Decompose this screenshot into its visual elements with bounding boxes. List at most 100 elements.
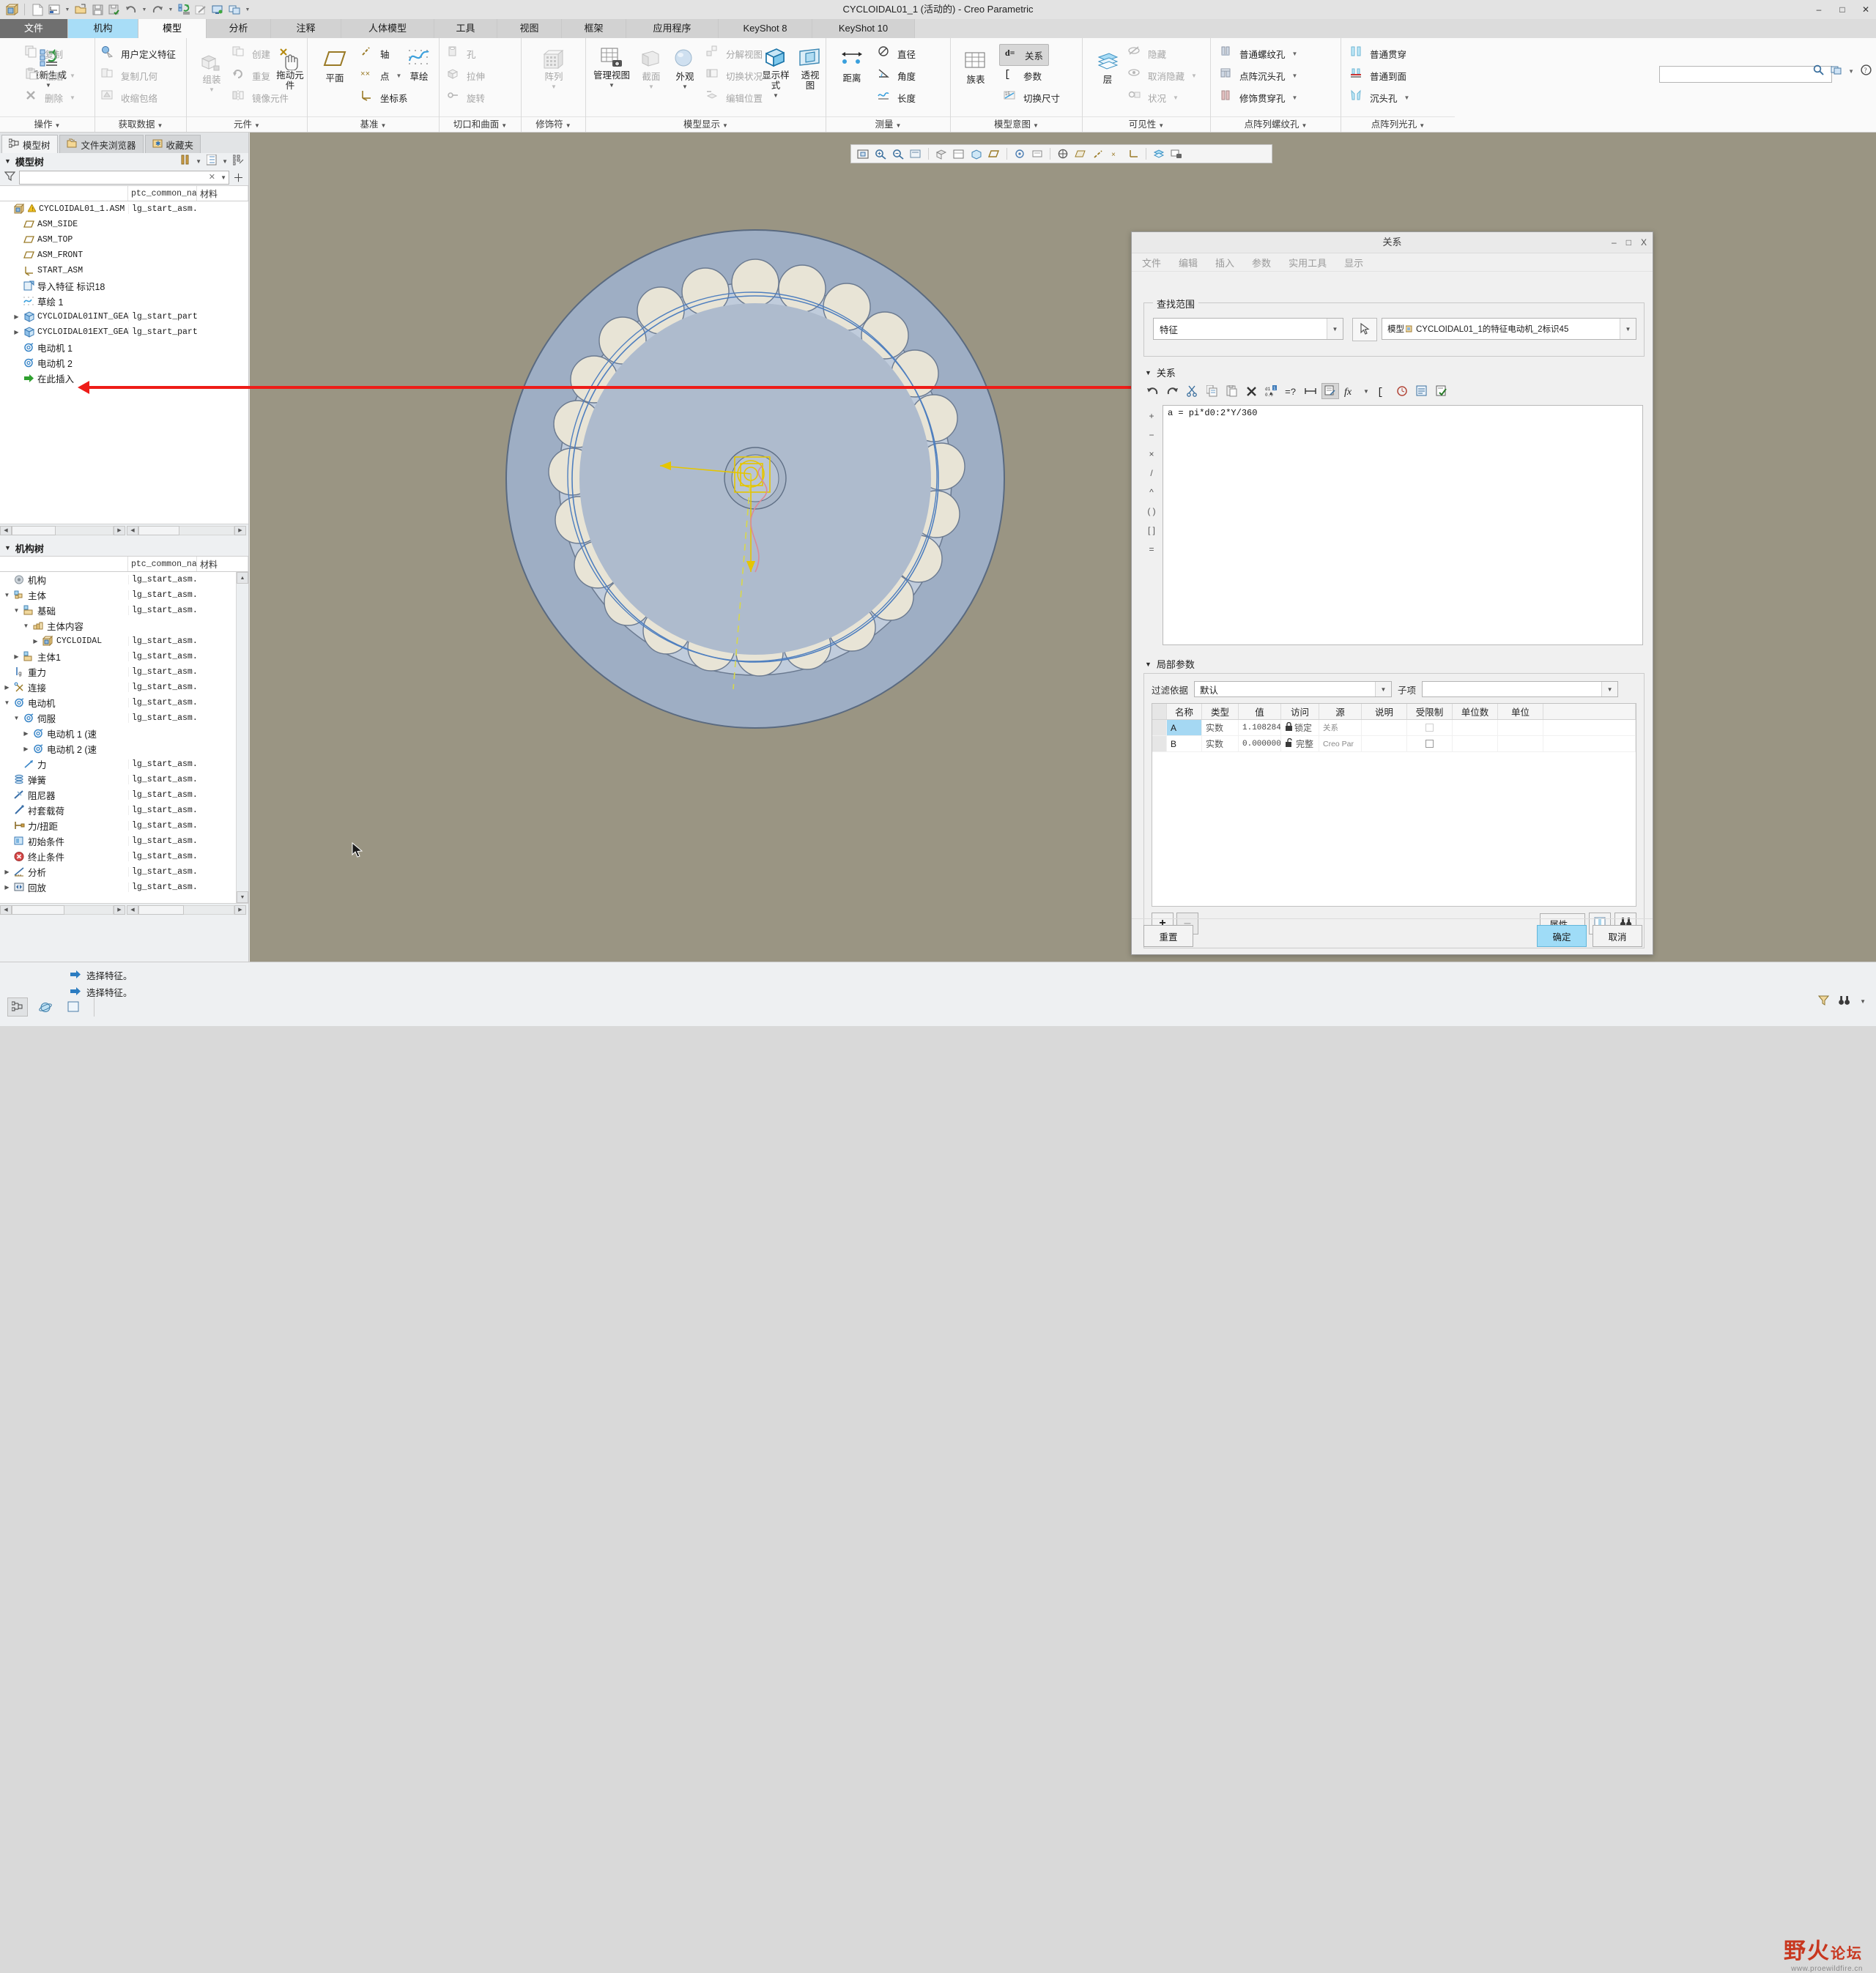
expander-icon[interactable]: ▶ [3, 869, 11, 875]
window-controls[interactable]: – □ ✕ [1813, 0, 1872, 19]
dialog-menu-bar[interactable]: 文件 编辑 插入 参数 实用工具 显示 [1132, 253, 1653, 272]
insert-from-model-icon[interactable] [1321, 383, 1339, 399]
model-tree-body[interactable]: ! CYCLOIDAL01_1.ASMlg_start_asm.asm ASM_SI… [0, 201, 248, 524]
cosmetic-through-hole-button[interactable]: 修饰贯穿孔 ▼ [1220, 89, 1297, 105]
appearance-button[interactable]: 外观 ▼ [670, 48, 700, 92]
param-restricted[interactable] [1407, 736, 1453, 751]
mechanism-tree-vscroll[interactable]: ▲ ▼ [236, 572, 248, 903]
expander-icon[interactable]: ▶ [22, 730, 30, 737]
brackets-icon[interactable]: [ ] [1373, 383, 1391, 399]
lookup-target-select[interactable]: 模型 CYCLOIDAL01_1的特征电动机_2标识45 ▼ [1382, 318, 1636, 340]
undo-icon[interactable] [1143, 383, 1161, 399]
coordinate-system-button[interactable]: 坐标系 [360, 89, 408, 105]
counterbore-hole-button[interactable]: 点阵沉头孔 ▼ [1220, 67, 1297, 83]
chevron-down-icon[interactable]: ▼ [1327, 319, 1343, 339]
dialog-maximize-button[interactable]: □ [1626, 237, 1631, 248]
chevron-down-icon[interactable]: ▼ [1601, 682, 1618, 696]
repaint-icon[interactable] [908, 146, 924, 161]
close-button[interactable]: ✕ [1860, 4, 1872, 15]
sort-icon[interactable]: d1 0.0 1 [1262, 383, 1280, 399]
mech-scroll-right-button-2[interactable]: ▶ [234, 904, 246, 915]
tree-filter-icon[interactable] [232, 155, 244, 168]
tab-tools[interactable]: 工具 [434, 19, 497, 38]
operator-minus[interactable]: − [1143, 426, 1160, 445]
paste-icon[interactable] [1223, 383, 1240, 399]
window-switch-icon[interactable] [1831, 65, 1842, 78]
chevron-down-icon[interactable]: ▼ [209, 85, 215, 95]
relations-toolbar[interactable]: d10.01 =? fx ▼ [ ] [1143, 383, 1450, 399]
switch-dimensions-button[interactable]: 15 切换尺寸 [1004, 89, 1060, 105]
tree-row[interactable]: 弹簧 lg_start_asm.asm [0, 772, 248, 787]
selection-filter-icon[interactable] [1838, 995, 1851, 1008]
angle-button[interactable]: 角度 [878, 67, 916, 83]
mirror-component-button[interactable]: 镜像元件 [232, 89, 289, 105]
subitem-select[interactable]: ▼ [1422, 681, 1619, 697]
param-restricted[interactable] [1407, 720, 1453, 735]
countersink-hole-button[interactable]: 沉头孔 ▼ [1350, 89, 1409, 105]
operator-parentheses[interactable]: ( ) [1143, 502, 1160, 521]
standard-to-face-button[interactable]: 普通到面 [1350, 67, 1406, 83]
tree-row[interactable]: ▶ 回放 lg_start_asm.asm [0, 880, 248, 895]
filter-icon[interactable] [1818, 995, 1830, 1008]
create-button[interactable]: 创建 [232, 45, 270, 62]
scroll-left-button-2[interactable]: ◀ [127, 525, 138, 535]
chevron-down-icon[interactable]: ▼ [1361, 383, 1371, 399]
annotation-display-icon[interactable] [1029, 146, 1045, 161]
select-arrow-button[interactable] [1352, 318, 1377, 341]
cut-icon[interactable] [1183, 383, 1201, 399]
perspective-button[interactable]: 透视图 [797, 47, 823, 91]
check-relations-icon[interactable] [1433, 383, 1450, 399]
local-params-section-header[interactable]: ▼ 局部参数 [1145, 657, 1195, 671]
tree-row[interactable]: g 重力 lg_start_asm.asm [0, 664, 248, 680]
length-button[interactable]: 长度 [878, 89, 916, 105]
mech-scroll-left-button[interactable]: ◀ [0, 904, 12, 915]
table-row[interactable]: A 实数 1.108284 锁定 关系 [1152, 720, 1636, 736]
expander-icon[interactable]: ▶ [22, 746, 30, 752]
parameters-button[interactable]: [ ] 参数 [1004, 67, 1042, 83]
scroll-down-button[interactable]: ▼ [237, 891, 248, 903]
expander-icon[interactable]: ▼ [3, 699, 11, 706]
ribbon-right-icons[interactable]: ▼ ? [1813, 64, 1872, 78]
layer-icon[interactable] [1151, 146, 1167, 161]
delete-x-icon[interactable] [1242, 383, 1260, 399]
relations-operator-palette[interactable]: + − × / ^ ( ) [ ] = [1143, 406, 1160, 559]
point-display-icon[interactable]: × [1108, 146, 1124, 161]
menu-edit[interactable]: 编辑 [1179, 256, 1198, 270]
ribbon-group-operations-title[interactable]: 操作 ▼ [0, 116, 94, 130]
operator-divide[interactable]: / [1143, 464, 1160, 483]
chevron-down-icon[interactable]: ▼ [70, 94, 75, 101]
ribbon-group-datum-title[interactable]: 基准 ▼ [308, 116, 439, 130]
chevron-down-icon[interactable]: ▼ [1404, 94, 1410, 101]
model-tree-filter-input[interactable]: ✕ ▼ [19, 170, 229, 185]
collapse-triangle-icon[interactable]: ▼ [4, 544, 11, 551]
search-icon[interactable] [1813, 64, 1824, 78]
tree-row[interactable]: ▶ 电动机 1 (速 [0, 726, 248, 741]
tree-row[interactable]: ▶ CYCLOIDAL01INT_GEARlg_start_part.pr [0, 309, 248, 324]
left-panel-tabs[interactable]: 模型树 文件夹浏览器 ✱ 收藏夹 [0, 133, 248, 153]
dialog-minimize-button[interactable]: – [1612, 237, 1617, 248]
chevron-down-icon[interactable]: ▼ [70, 73, 75, 79]
add-filter-icon[interactable]: ＋ [233, 170, 244, 185]
ribbon-group-cut-surface-title[interactable]: 切口和曲面 ▼ [440, 116, 521, 130]
tree-row[interactable]: ▼ 主体内容 [0, 618, 248, 633]
tree-row[interactable]: ▼ 基础 lg_start_asm.asm [0, 603, 248, 618]
datum-axis-button[interactable]: 轴 [360, 45, 390, 62]
browser-icon[interactable] [35, 997, 56, 1017]
tree-row[interactable]: 导入特征 标识18 [0, 278, 248, 294]
tools-icon[interactable] [180, 155, 190, 168]
pane-tab-model-tree[interactable]: 模型树 [1, 135, 58, 153]
layers-button[interactable]: 层 [1093, 51, 1122, 85]
operator-equals[interactable]: = [1143, 540, 1160, 559]
axis-display-icon[interactable] [1090, 146, 1106, 161]
expander-icon[interactable]: ▶ [12, 653, 21, 660]
window-icon[interactable] [63, 997, 84, 1017]
copy-icon[interactable] [1203, 383, 1220, 399]
status-bar-left-icons[interactable] [7, 997, 94, 1017]
scroll-right-button[interactable]: ▶ [114, 525, 125, 535]
menu-insert[interactable]: 插入 [1215, 256, 1234, 270]
expander-icon[interactable]: ▼ [12, 715, 21, 721]
chevron-down-icon[interactable]: ▼ [773, 91, 779, 101]
diameter-button[interactable]: 直径 [878, 45, 916, 62]
tree-row[interactable]: 力 lg_start_asm.asm [0, 757, 248, 772]
tab-keyshot-8[interactable]: KeyShot 8 [719, 19, 812, 38]
